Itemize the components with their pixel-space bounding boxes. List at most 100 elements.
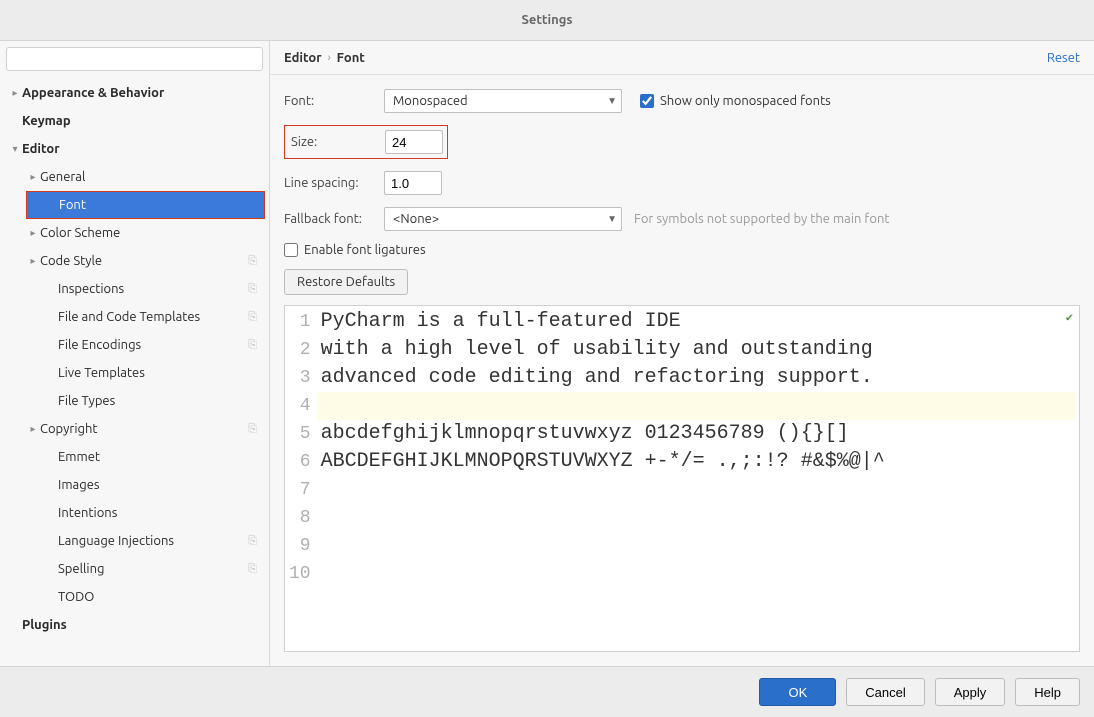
- fallback-combo-value: <None>: [393, 212, 439, 226]
- chevron-down-icon: ▼: [607, 213, 617, 225]
- tree-item-emmet[interactable]: Emmet: [0, 443, 269, 471]
- tree-item-color-scheme[interactable]: ▸Color Scheme: [0, 219, 269, 247]
- expand-arrow-icon: ▸: [26, 227, 40, 239]
- tree-item-label: Font: [59, 198, 256, 212]
- tree-item-spelling[interactable]: Spelling⎘: [0, 555, 269, 583]
- breadcrumb-root[interactable]: Editor: [284, 51, 322, 65]
- tree-item-label: General: [40, 170, 261, 184]
- tree-item-intentions[interactable]: Intentions: [0, 499, 269, 527]
- size-label: Size:: [291, 135, 385, 149]
- preview-line: [321, 504, 1075, 532]
- mono-only-checkbox[interactable]: [640, 94, 654, 108]
- tree-item-label: Copyright: [40, 422, 248, 436]
- validation-check-icon: ✔: [1066, 310, 1073, 325]
- tree-item-label: Plugins: [22, 618, 261, 632]
- tree-item-font[interactable]: Font: [26, 191, 265, 219]
- tree-item-plugins[interactable]: Plugins: [0, 611, 269, 639]
- font-preview: 12345678910 PyCharm is a full-featured I…: [284, 305, 1080, 652]
- breadcrumb-leaf: Font: [337, 51, 365, 65]
- tree-item-file-and-code-templates[interactable]: File and Code Templates⎘: [0, 303, 269, 331]
- cancel-button[interactable]: Cancel: [846, 678, 924, 706]
- project-config-icon: ⎘: [248, 255, 261, 268]
- font-label: Font:: [284, 94, 384, 108]
- chevron-down-icon: ▼: [607, 95, 617, 107]
- fallback-hint: For symbols not supported by the main fo…: [634, 212, 890, 226]
- expand-arrow-icon: ▾: [8, 143, 22, 155]
- expand-arrow-icon: ▸: [26, 255, 40, 267]
- preview-line: [317, 392, 1075, 420]
- expand-arrow-icon: ▸: [8, 87, 22, 99]
- size-input[interactable]: [385, 130, 443, 154]
- reset-link[interactable]: Reset: [1047, 51, 1080, 65]
- tree-item-inspections[interactable]: Inspections⎘: [0, 275, 269, 303]
- preview-line: PyCharm is a full-featured IDE: [321, 308, 1075, 336]
- settings-sidebar: ⌕ ▾ ▸Appearance & BehaviorKeymap▾Editor▸…: [0, 41, 270, 666]
- preview-line: [321, 560, 1075, 588]
- tree-item-label: File Encodings: [58, 338, 248, 352]
- preview-lines: PyCharm is a full-featured IDEwith a hig…: [317, 306, 1079, 651]
- fallback-combo[interactable]: <None> ▼: [384, 207, 622, 231]
- dialog-button-bar: OK Cancel Apply Help: [0, 667, 1094, 717]
- project-config-icon: ⎘: [248, 339, 261, 352]
- tree-item-label: Code Style: [40, 254, 248, 268]
- tree-item-label: File and Code Templates: [58, 310, 248, 324]
- project-config-icon: ⎘: [248, 563, 261, 576]
- preview-line: [321, 532, 1075, 560]
- project-config-icon: ⎘: [248, 423, 261, 436]
- tree-item-copyright[interactable]: ▸Copyright⎘: [0, 415, 269, 443]
- tree-item-live-templates[interactable]: Live Templates: [0, 359, 269, 387]
- expand-arrow-icon: ▸: [26, 171, 40, 183]
- tree-item-file-types[interactable]: File Types: [0, 387, 269, 415]
- tree-item-label: Inspections: [58, 282, 248, 296]
- mono-only-label: Show only monospaced fonts: [660, 94, 831, 108]
- tree-item-label: Language Injections: [58, 534, 248, 548]
- apply-button[interactable]: Apply: [935, 678, 1006, 706]
- project-config-icon: ⎘: [248, 311, 261, 324]
- settings-tree[interactable]: ▸Appearance & BehaviorKeymap▾Editor▸Gene…: [0, 79, 269, 660]
- mono-only-row[interactable]: Show only monospaced fonts: [640, 94, 831, 108]
- preview-line: with a high level of usability and outst…: [321, 336, 1075, 364]
- tree-item-label: File Types: [58, 394, 261, 408]
- tree-item-label: Intentions: [58, 506, 261, 520]
- tree-item-appearance-behavior[interactable]: ▸Appearance & Behavior: [0, 79, 269, 107]
- font-settings-panel: Font: Monospaced ▼ Show only monospaced …: [270, 75, 1094, 666]
- preview-line: ABCDEFGHIJKLMNOPQRSTUVWXYZ +-*/= .,;:!? …: [321, 448, 1075, 476]
- tree-item-general[interactable]: ▸General: [0, 163, 269, 191]
- tree-item-label: Keymap: [22, 114, 261, 128]
- linespacing-input[interactable]: [384, 171, 442, 195]
- size-row-highlighted: Size:: [284, 125, 448, 159]
- linespacing-label: Line spacing:: [284, 176, 384, 190]
- project-config-icon: ⎘: [248, 535, 261, 548]
- preview-line: advanced code editing and refactoring su…: [321, 364, 1075, 392]
- tree-item-label: Spelling: [58, 562, 248, 576]
- settings-search-input[interactable]: [6, 47, 263, 71]
- tree-item-images[interactable]: Images: [0, 471, 269, 499]
- font-combo[interactable]: Monospaced ▼: [384, 89, 622, 113]
- tree-item-label: Live Templates: [58, 366, 261, 380]
- tree-item-editor[interactable]: ▾Editor: [0, 135, 269, 163]
- help-button[interactable]: Help: [1015, 678, 1080, 706]
- restore-defaults-button[interactable]: Restore Defaults: [284, 269, 408, 295]
- ligatures-row[interactable]: Enable font ligatures: [284, 243, 426, 257]
- tree-item-code-style[interactable]: ▸Code Style⎘: [0, 247, 269, 275]
- tree-item-label: Editor: [22, 142, 261, 156]
- ok-button[interactable]: OK: [759, 678, 836, 706]
- tree-item-label: TODO: [58, 590, 261, 604]
- ligatures-label: Enable font ligatures: [304, 243, 426, 257]
- ligatures-checkbox[interactable]: [284, 243, 298, 257]
- breadcrumb-bar: Editor › Font Reset: [270, 41, 1094, 75]
- tree-item-label: Appearance & Behavior: [22, 86, 261, 100]
- tree-item-label: Emmet: [58, 450, 261, 464]
- project-config-icon: ⎘: [248, 283, 261, 296]
- fallback-label: Fallback font:: [284, 212, 384, 226]
- chevron-right-icon: ›: [328, 52, 331, 64]
- preview-line: abcdefghijklmnopqrstuvwxyz 0123456789 ()…: [321, 420, 1075, 448]
- tree-item-todo[interactable]: TODO: [0, 583, 269, 611]
- font-combo-value: Monospaced: [393, 94, 468, 108]
- window-title: Settings: [0, 0, 1094, 40]
- tree-item-file-encodings[interactable]: File Encodings⎘: [0, 331, 269, 359]
- tree-item-keymap[interactable]: Keymap: [0, 107, 269, 135]
- main-area: ⌕ ▾ ▸Appearance & BehaviorKeymap▾Editor▸…: [0, 40, 1094, 667]
- tree-item-language-injections[interactable]: Language Injections⎘: [0, 527, 269, 555]
- preview-line: [321, 476, 1075, 504]
